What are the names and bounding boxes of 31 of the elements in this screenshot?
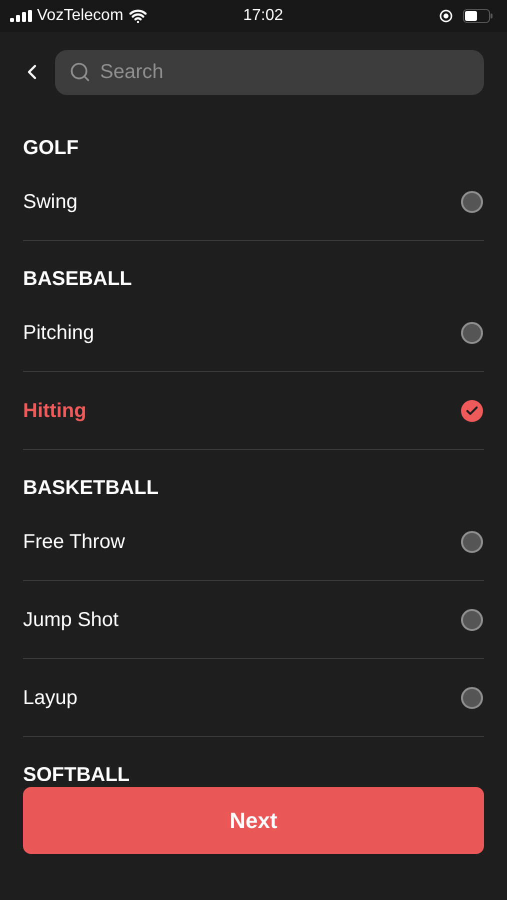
- checked-radio-icon: [461, 400, 483, 422]
- radio-icon: [461, 322, 483, 344]
- radio-icon: [461, 530, 483, 552]
- radio-icon: [461, 608, 483, 630]
- section-heading: GOLF: [23, 137, 79, 159]
- wifi-icon: [129, 7, 148, 25]
- row-label: Pitching: [23, 320, 94, 346]
- rotation-lock-icon: [439, 9, 453, 23]
- carrier-name: VozTelecom: [37, 6, 124, 26]
- row-label: Free Throw: [23, 530, 125, 554]
- row-label: Layup: [23, 686, 78, 710]
- search-icon: [69, 60, 91, 82]
- row-label: Hitting: [23, 398, 86, 424]
- section-heading: BASEBALL: [23, 268, 132, 290]
- radio-icon: [461, 190, 483, 212]
- section-heading: SOFTBALL: [23, 764, 130, 786]
- radio-icon: [461, 686, 483, 708]
- clock: 17:02: [243, 6, 284, 26]
- list-row[interactable]: Hitting: [23, 372, 484, 450]
- list-row[interactable]: Jump Shot: [23, 581, 484, 659]
- list-row[interactable]: Swing: [23, 163, 484, 241]
- list-row[interactable]: Pitching: [23, 294, 484, 372]
- battery-icon: [463, 9, 493, 23]
- list-row[interactable]: Free Throw: [23, 503, 484, 581]
- row-label: Swing: [23, 190, 78, 214]
- section-heading: BASKETBALL: [23, 477, 159, 499]
- list-row[interactable]: Layup: [23, 659, 484, 737]
- next-button[interactable]: Next: [23, 787, 484, 854]
- row-label: Jump Shot: [23, 608, 119, 632]
- signal-icon: [10, 10, 32, 22]
- search-field[interactable]: Search: [55, 50, 484, 94]
